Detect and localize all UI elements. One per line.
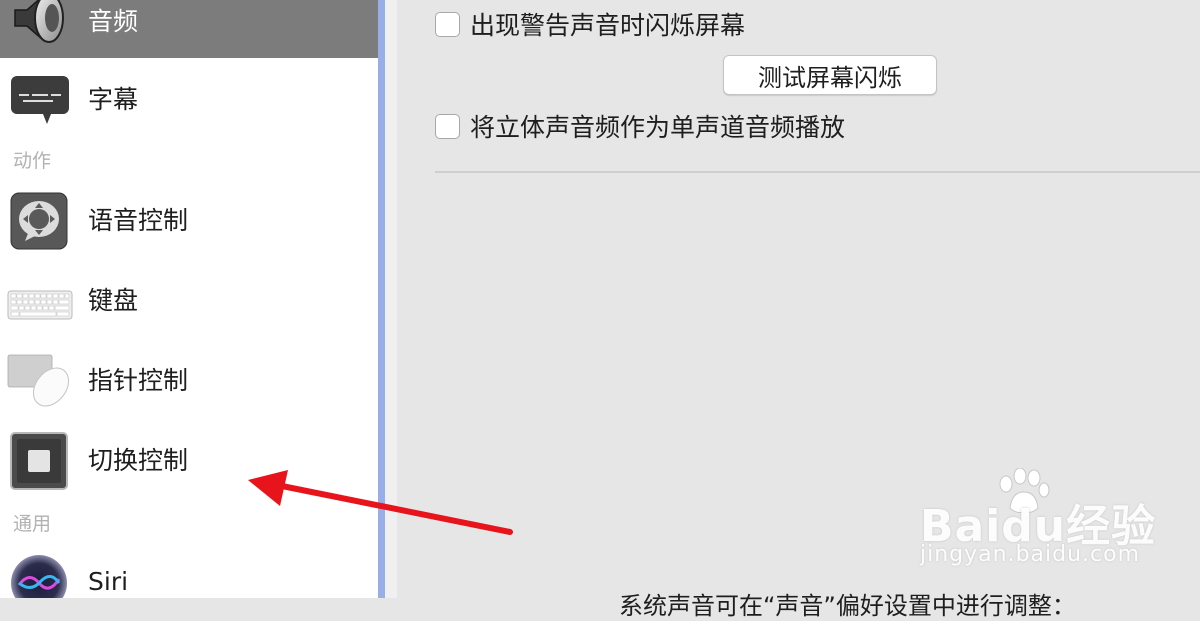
flash-screen-checkbox[interactable] — [435, 11, 460, 37]
siri-icon — [11, 555, 67, 598]
mono-audio-checkbox[interactable] — [435, 113, 460, 139]
sidebar-item-label: 指针控制 — [88, 366, 189, 395]
watermark-url: jingyan.baidu.com — [920, 542, 1141, 567]
flash-screen-label: 出现警告声音时闪烁屏幕 — [470, 11, 746, 40]
mono-audio-label: 将立体声音频作为单声道音频播放 — [470, 113, 846, 142]
sidebar-item-siri[interactable]: Siri — [0, 541, 378, 598]
sidebar: 音频 字幕 动作 语音控制 键盘 指针控制 切换控制 通用 Siri — [0, 0, 378, 598]
sidebar-item-label: 语音控制 — [88, 206, 189, 235]
baidu-watermark: Baidu经验 jingyan.baidu.com — [920, 468, 1160, 578]
sidebar-item-label: 键盘 — [88, 286, 139, 315]
system-sounds-note: 系统声音可在“声音”偏好设置中进行调整： — [619, 592, 1076, 620]
section-separator — [435, 171, 1200, 173]
sidebar-item-switch-control[interactable]: 切换控制 — [0, 419, 378, 499]
voice-control-icon — [10, 192, 68, 250]
captions-icon — [11, 76, 69, 124]
sidebar-item-captions[interactable]: 字幕 — [0, 58, 378, 138]
sidebar-item-label: 音频 — [88, 7, 139, 36]
switch-control-icon — [10, 432, 68, 490]
sidebar-divider — [378, 0, 385, 598]
mono-audio-row[interactable]: 将立体声音频作为单声道音频播放 — [435, 108, 845, 144]
section-header-general: 通用 — [13, 513, 52, 535]
sidebar-scrollbar-track[interactable] — [385, 0, 397, 598]
sidebar-item-audio[interactable]: 音频 — [0, 0, 378, 58]
sidebar-item-voice-control[interactable]: 语音控制 — [0, 179, 378, 259]
keyboard-icon — [7, 290, 73, 320]
flash-screen-row[interactable]: 出现警告声音时闪烁屏幕 — [435, 6, 745, 42]
sidebar-item-pointer-control[interactable]: 指针控制 — [0, 339, 378, 419]
sidebar-item-label: 字幕 — [88, 85, 139, 114]
sidebar-item-label: 切换控制 — [88, 446, 189, 475]
section-header-motor: 动作 — [13, 150, 52, 172]
speaker-icon — [14, 0, 64, 43]
test-screen-flash-button[interactable]: 测试屏幕闪烁 — [723, 55, 937, 95]
sidebar-item-keyboard[interactable]: 键盘 — [0, 259, 378, 339]
pointer-control-icon — [7, 354, 70, 407]
sidebar-item-label: Siri — [88, 566, 129, 596]
